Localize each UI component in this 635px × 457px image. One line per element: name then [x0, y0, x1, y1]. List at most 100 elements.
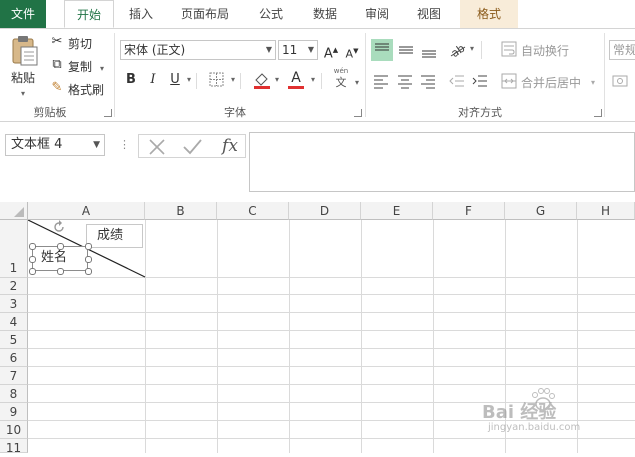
gridline: [28, 348, 635, 349]
tab-data[interactable]: 数据: [302, 0, 348, 28]
tab-formulas[interactable]: 公式: [248, 0, 294, 28]
row-header-6[interactable]: 6: [0, 349, 28, 367]
borders-dropdown-icon[interactable]: ▾: [228, 70, 238, 90]
column-header-h[interactable]: H: [577, 202, 635, 220]
decrease-font-size-icon[interactable]: A▼: [342, 41, 362, 61]
fill-color-dropdown-icon[interactable]: ▾: [272, 70, 282, 90]
name-box-value: 文本框 4: [11, 137, 63, 152]
align-left-icon[interactable]: [373, 73, 389, 89]
cut-button[interactable]: 剪切: [68, 35, 92, 52]
clipboard-group-label: 剪贴板: [33, 106, 67, 119]
row-header-7[interactable]: 7: [0, 367, 28, 385]
row-header-8[interactable]: 8: [0, 385, 28, 403]
tab-format[interactable]: 格式: [460, 0, 518, 28]
italic-button[interactable]: I: [143, 70, 163, 90]
align-middle-icon: [399, 46, 413, 54]
phonetic-dropdown-icon[interactable]: ▾: [352, 73, 362, 93]
resize-handle-se[interactable]: [85, 268, 92, 275]
align-right-icon[interactable]: [420, 73, 436, 89]
column-header-f[interactable]: F: [433, 202, 505, 220]
column-header-b[interactable]: B: [145, 202, 217, 220]
tab-file[interactable]: 文件: [0, 0, 46, 28]
orientation-dropdown-icon[interactable]: ▾: [467, 39, 477, 59]
row-header-9[interactable]: 9: [0, 403, 28, 421]
merge-center-icon[interactable]: [501, 73, 517, 89]
check-icon: [183, 139, 202, 155]
resize-handle-s[interactable]: [57, 268, 64, 275]
wrap-text-icon[interactable]: [501, 41, 517, 57]
resize-handle-w[interactable]: [29, 256, 36, 263]
copy-icon[interactable]: ⧉: [47, 55, 67, 75]
paste-button[interactable]: [8, 35, 42, 69]
bold-button[interactable]: B: [121, 70, 141, 90]
resize-handle-nw[interactable]: [29, 243, 36, 250]
confirm-entry-button[interactable]: [181, 137, 203, 157]
currency-format-icon[interactable]: [612, 73, 628, 89]
borders-icon[interactable]: [209, 72, 224, 87]
align-middle-button[interactable]: [395, 39, 417, 61]
column-header-c[interactable]: C: [217, 202, 289, 220]
tab-insert[interactable]: 插入: [116, 0, 166, 28]
resize-handle-n[interactable]: [57, 243, 64, 250]
wrap-text-button[interactable]: 自动换行: [521, 42, 569, 59]
row-header-2[interactable]: 2: [0, 278, 28, 295]
select-all-corner[interactable]: [0, 202, 28, 220]
font-name-value: 宋体 (正文): [124, 43, 186, 57]
copy-dropdown-icon[interactable]: ▾: [97, 59, 107, 79]
align-center-icon[interactable]: [397, 73, 413, 89]
increase-indent-icon[interactable]: [472, 73, 488, 89]
decrease-indent-icon[interactable]: [449, 73, 465, 89]
resize-handle-sw[interactable]: [29, 268, 36, 275]
tab-view[interactable]: 视图: [406, 0, 452, 28]
clipboard-launcher-icon[interactable]: [104, 109, 112, 117]
row-header-11[interactable]: 11: [0, 439, 28, 455]
format-painter-button[interactable]: 格式刷: [68, 81, 104, 98]
format-painter-icon[interactable]: ✎: [47, 78, 67, 98]
fill-color-icon[interactable]: [252, 70, 272, 90]
scissors-icon[interactable]: ✂: [47, 32, 67, 52]
font-color-dropdown-icon[interactable]: ▾: [308, 70, 318, 90]
font-color-button[interactable]: A: [286, 70, 306, 90]
name-box[interactable]: 文本框 4 ▼: [5, 134, 105, 156]
number-format-select[interactable]: 常规: [609, 40, 635, 60]
formula-input[interactable]: [249, 132, 635, 192]
align-bottom-icon: [422, 50, 436, 58]
column-header-d[interactable]: D: [289, 202, 361, 220]
tab-home[interactable]: 开始: [64, 0, 114, 28]
merge-dropdown-icon[interactable]: ▾: [588, 73, 598, 93]
score-textbox[interactable]: 成绩: [86, 224, 143, 248]
cancel-entry-button[interactable]: [147, 137, 167, 157]
underline-dropdown-icon[interactable]: ▾: [184, 70, 194, 90]
column-header-e[interactable]: E: [361, 202, 433, 220]
gridline: [28, 312, 635, 313]
row-header-1[interactable]: 1: [0, 220, 28, 278]
tab-page-layout[interactable]: 页面布局: [172, 0, 238, 28]
align-top-button[interactable]: [371, 39, 393, 61]
row-header-10[interactable]: 10: [0, 421, 28, 439]
copy-button[interactable]: 复制: [68, 58, 92, 75]
font-group-label: 字体: [224, 106, 246, 119]
font-launcher-icon[interactable]: [354, 109, 362, 117]
orientation-icon[interactable]: ab: [449, 39, 468, 61]
watermark: Bai 经验 jingyan.baidu.com: [482, 388, 632, 436]
tab-review[interactable]: 审阅: [354, 0, 400, 28]
underline-button[interactable]: U: [165, 70, 185, 90]
paste-dropdown-icon[interactable]: ▾: [18, 84, 28, 104]
resize-handle-e[interactable]: [85, 256, 92, 263]
merge-center-button[interactable]: 合并后居中: [521, 74, 581, 91]
resize-handle-ne[interactable]: [85, 243, 92, 250]
row-header-3[interactable]: 3: [0, 295, 28, 313]
column-header-a[interactable]: A: [28, 202, 145, 220]
row-header-5[interactable]: 5: [0, 331, 28, 349]
rotate-handle[interactable]: [52, 220, 66, 234]
increase-font-size-icon[interactable]: A▲: [321, 40, 341, 61]
column-header-g[interactable]: G: [505, 202, 577, 220]
alignment-launcher-icon[interactable]: [594, 109, 602, 117]
font-size-select[interactable]: 11 ▼: [278, 40, 318, 60]
close-icon: [149, 139, 165, 155]
insert-function-button[interactable]: fx: [217, 135, 243, 157]
row-header-4[interactable]: 4: [0, 313, 28, 331]
phonetic-guide-button[interactable]: wén 文: [330, 67, 352, 93]
font-name-select[interactable]: 宋体 (正文) ▼: [120, 40, 276, 60]
align-bottom-button[interactable]: [418, 39, 440, 61]
